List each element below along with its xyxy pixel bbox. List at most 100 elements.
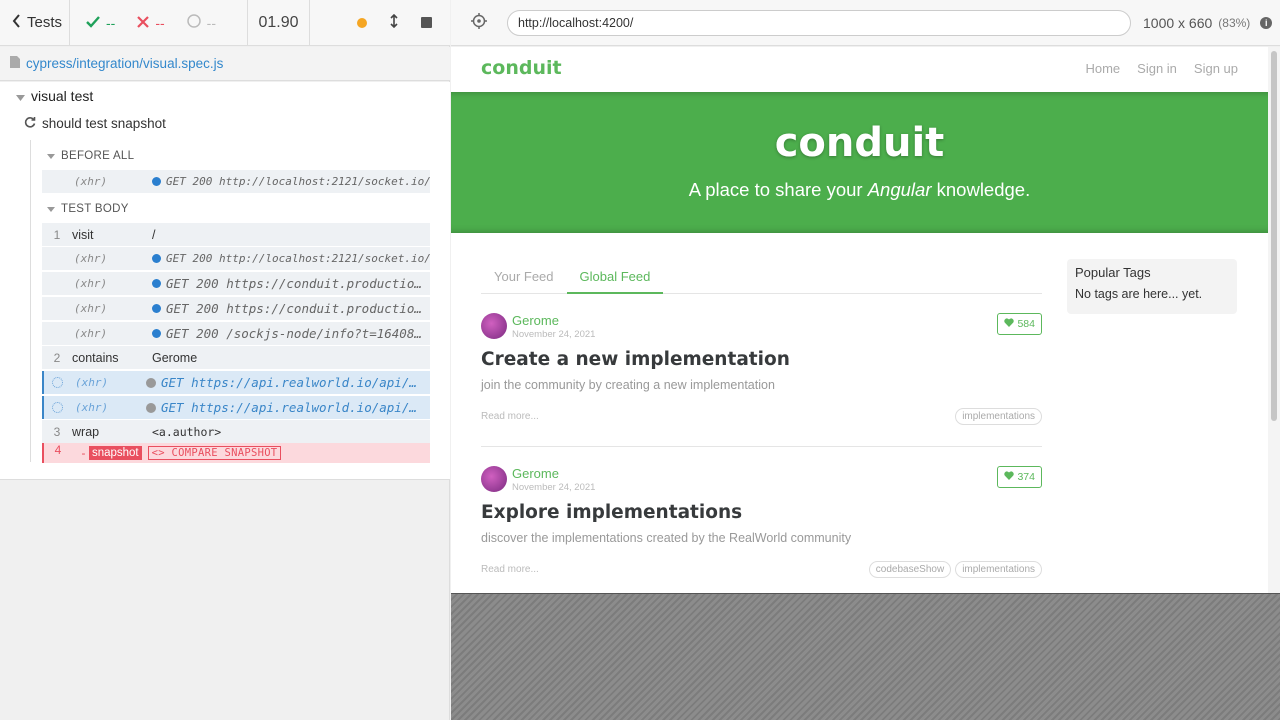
snapshot-badge: snapshot: [88, 446, 142, 460]
stop-icon[interactable]: [421, 17, 432, 28]
test-stats: -- -- --: [70, 0, 248, 45]
banner-title: conduit: [774, 120, 945, 166]
cross-icon: [137, 15, 150, 31]
nav-links: Home Sign in Sign up: [1085, 61, 1238, 76]
article-date: November 24, 2021: [512, 329, 596, 340]
article-title[interactable]: Explore implementations: [481, 502, 742, 523]
command-name: visit: [72, 227, 94, 242]
app-scrollbar[interactable]: [1268, 47, 1280, 593]
brand-logo[interactable]: conduit: [481, 57, 562, 79]
banner-tagline: A place to share your Angular knowledge.: [688, 179, 1031, 200]
passed-count: --: [86, 15, 115, 31]
command-row[interactable]: 1 visit /: [42, 223, 430, 246]
author-link[interactable]: Gerome: [512, 466, 559, 481]
xhr-status-dot-icon: [152, 279, 161, 288]
popular-tags-sidebar: Popular Tags No tags are here... yet.: [1067, 259, 1237, 314]
command-row[interactable]: (xhr) GET 200 /sockjs-node/info?t=16408…: [42, 322, 430, 345]
command-row[interactable]: (xhr) GET 200 http://localhost:2121/sock…: [42, 247, 430, 270]
nav-home[interactable]: Home: [1085, 61, 1120, 76]
test-title[interactable]: should test snapshot: [24, 116, 166, 131]
spinner-icon: [52, 402, 63, 413]
command-row[interactable]: (xhr) GET 200 https://conduit.productio…: [42, 272, 430, 295]
spec-path-link[interactable]: cypress/integration/visual.spec.js: [26, 56, 223, 71]
read-more-link[interactable]: Read more...: [481, 564, 539, 575]
heart-icon: [1004, 318, 1015, 330]
refresh-icon: [24, 116, 36, 131]
command-row-failed[interactable]: 4 - snapshot <> COMPARE SNAPSHOT: [42, 443, 430, 463]
test-label: should test snapshot: [42, 116, 166, 131]
command-row[interactable]: 2 contains Gerome: [42, 346, 430, 369]
nav-sign-in[interactable]: Sign in: [1137, 61, 1177, 76]
selector-playground-button[interactable]: [451, 13, 507, 32]
scrollbar-thumb[interactable]: [1271, 51, 1277, 421]
browser-header: http://localhost:4200/ 1000 x 660 (83%) …: [451, 0, 1280, 46]
tab-your-feed[interactable]: Your Feed: [481, 263, 567, 294]
test-hooks: BEFORE ALL (xhr) GET 200 http://localhos…: [30, 140, 430, 463]
command-name: (xhr): [74, 277, 108, 290]
favorite-count: 584: [1017, 318, 1035, 330]
divider: [481, 446, 1042, 447]
test-runner-pane: Tests -- -- -- 01.90 cypress/integration…: [0, 0, 450, 720]
before-all-label: BEFORE ALL: [61, 150, 135, 162]
failed-count: --: [137, 15, 165, 31]
runner-header: Tests -- -- -- 01.90: [0, 0, 450, 46]
article-title[interactable]: Create a new implementation: [481, 349, 790, 370]
url-bar[interactable]: http://localhost:4200/: [507, 9, 1131, 36]
command-message: GET 200 https://conduit.productio…: [152, 276, 430, 291]
spec-file-bar: cypress/integration/visual.spec.js: [0, 47, 450, 81]
back-label: Tests: [27, 14, 63, 31]
compare-snapshot-message: <> COMPARE SNAPSHOT: [147, 446, 282, 460]
author-link[interactable]: Gerome: [512, 313, 559, 328]
command-row-pending[interactable]: (xhr) GET https://api.realworld.io/api/…: [42, 371, 430, 394]
command-name: contains: [72, 350, 119, 365]
avatar[interactable]: [481, 466, 507, 492]
test-body-hook[interactable]: TEST BODY: [47, 203, 129, 215]
article-date: November 24, 2021: [512, 482, 596, 493]
command-row[interactable]: (xhr) GET 200 http://localhost:2121/sock…: [42, 170, 430, 193]
pending-count: --: [186, 14, 216, 31]
xhr-status-dot-icon: [152, 177, 161, 186]
command-name: (xhr): [75, 401, 109, 414]
hero-banner: conduit A place to share your Angular kn…: [451, 92, 1268, 233]
xhr-status-dot-icon: [146, 402, 156, 413]
command-name: wrap: [72, 424, 100, 439]
heart-icon: [1004, 471, 1015, 483]
command-prefix: -: [80, 446, 87, 460]
tag-list: codebaseShow implementations: [868, 561, 1042, 578]
caret-down-icon: [47, 203, 55, 215]
command-row[interactable]: 3 wrap <a.author>: [42, 420, 430, 443]
command-message: <a.author>: [152, 424, 222, 439]
info-icon: i: [1260, 16, 1273, 29]
command-name: (xhr): [75, 376, 109, 389]
viewport-size: 1000 x 660: [1143, 14, 1213, 31]
app-under-test: conduit Home Sign in Sign up conduit A p…: [451, 47, 1280, 594]
avatar[interactable]: [481, 313, 507, 339]
nav-sign-up[interactable]: Sign up: [1194, 61, 1238, 76]
command-row-pending[interactable]: (xhr) GET https://api.realworld.io/api/…: [42, 396, 430, 419]
running-indicator-icon: [357, 17, 367, 28]
chevron-left-icon: [12, 13, 21, 32]
back-to-tests-button[interactable]: Tests: [0, 0, 70, 45]
command-name: (xhr): [74, 327, 108, 340]
read-more-link[interactable]: Read more...: [481, 411, 539, 422]
xhr-status-dot-icon: [152, 254, 161, 263]
caret-down-icon: [47, 150, 55, 162]
suite-label: visual test: [31, 88, 94, 104]
spinner-icon: [52, 377, 63, 388]
auto-scroll-toggle-icon[interactable]: [389, 13, 399, 31]
tag-pill: codebaseShow: [868, 561, 952, 578]
aut-stage: conduit Home Sign in Sign up conduit A p…: [451, 47, 1280, 720]
command-row[interactable]: (xhr) GET 200 https://conduit.productio…: [42, 297, 430, 320]
favorite-button[interactable]: 374: [997, 466, 1042, 488]
runner-controls: [310, 0, 450, 45]
before-all-hook[interactable]: BEFORE ALL: [47, 150, 134, 162]
viewport-info[interactable]: 1000 x 660 (83%) i: [1143, 14, 1273, 31]
tab-global-feed[interactable]: Global Feed: [566, 263, 664, 294]
favorite-button[interactable]: 584: [997, 313, 1042, 335]
suite-title[interactable]: visual test: [16, 88, 93, 104]
command-message: GET 200 /sockjs-node/info?t=16408…: [152, 326, 430, 341]
command-name: (xhr): [74, 175, 108, 188]
tag-pill: implementations: [955, 408, 1042, 425]
check-icon: [86, 15, 100, 31]
passed-value: --: [106, 14, 116, 31]
